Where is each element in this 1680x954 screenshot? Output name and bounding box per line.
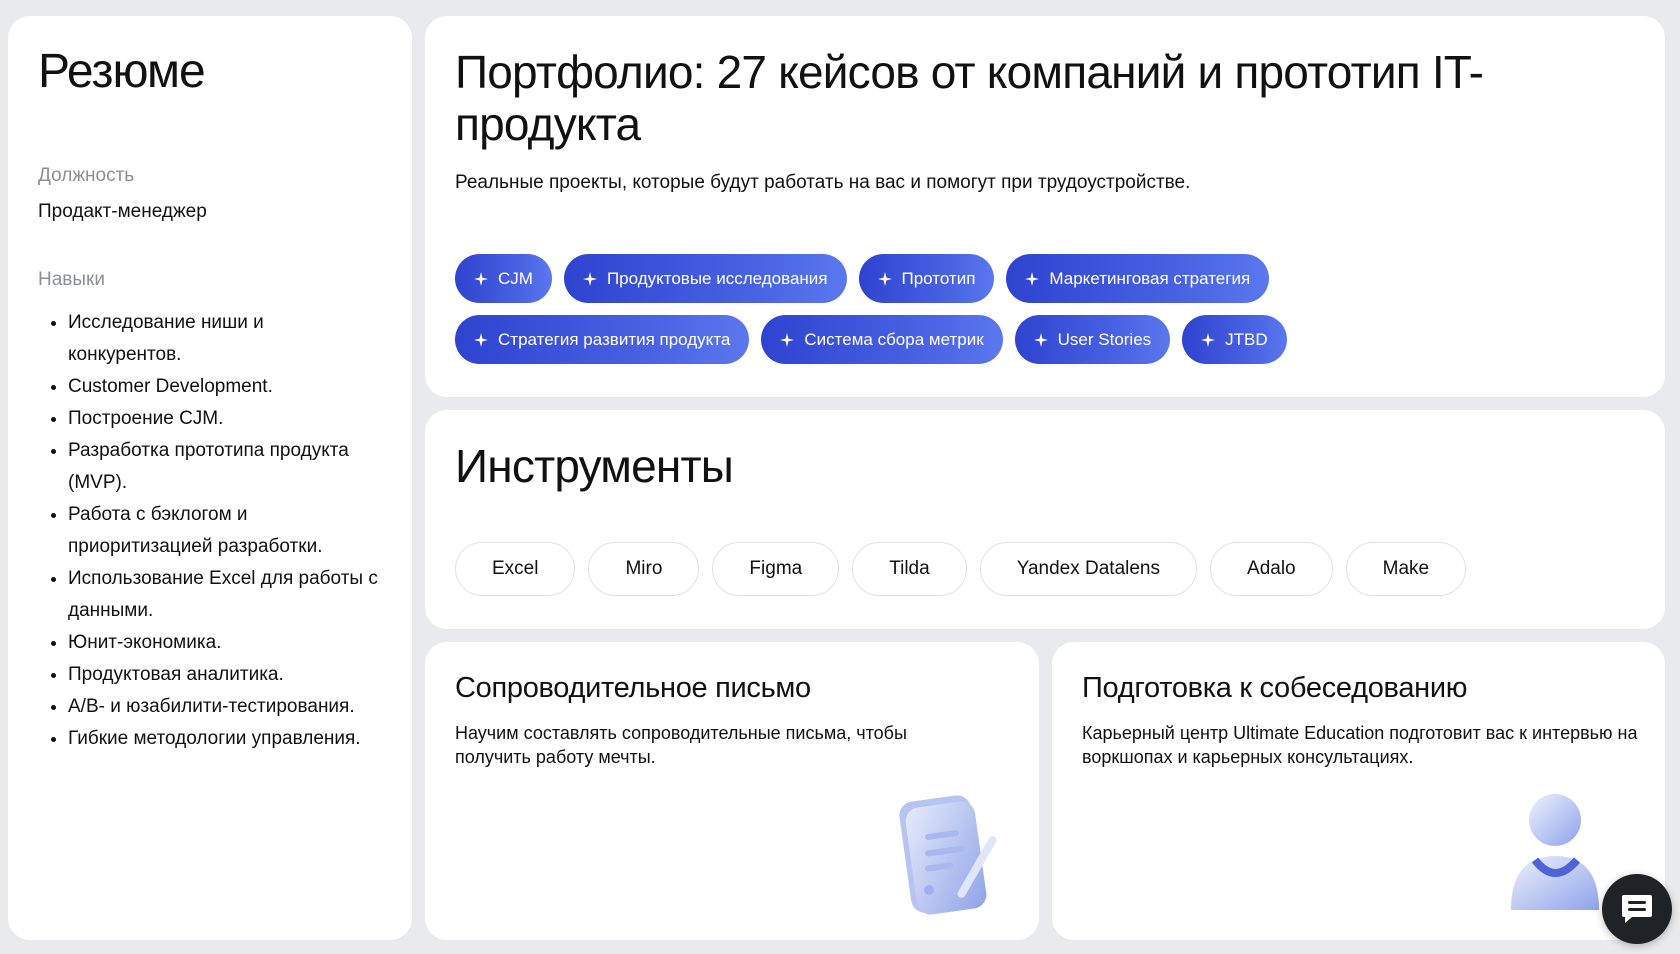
sparkle-icon (474, 332, 488, 347)
chip-marketing-strategy[interactable]: Маркетинговая стратегия (1006, 254, 1270, 303)
tool-make[interactable]: Make (1345, 542, 1467, 596)
cover-letter-card: Сопроводительное письмо Научим составлят… (425, 642, 1039, 940)
chip-label: Продуктовые исследования (606, 268, 828, 288)
resume-card: Резюме Должность Продакт-менеджер Навыки… (8, 16, 412, 940)
cover-letter-description: Научим составлять сопроводительные письм… (455, 723, 907, 767)
chip-label: CJM (498, 268, 533, 288)
chip-jtbd[interactable]: JTBD (1182, 315, 1287, 364)
tool-miro[interactable]: Miro (588, 542, 700, 596)
interview-description: Карьерный центр Ultimate Education подго… (1082, 723, 1638, 767)
portfolio-subtitle: Реальные проекты, которые будут работать… (455, 172, 1191, 193)
skill-item: Исследование ниши и конкурентов. (68, 307, 268, 371)
chip-label: Стратегия развития продукта (498, 329, 731, 349)
chat-icon (1622, 895, 1652, 923)
cover-letter-title: Сопроводительное письмо (455, 672, 811, 704)
resume-title: Резюме (38, 45, 206, 98)
skills-label: Навыки (38, 268, 105, 290)
sparkle-icon (474, 271, 488, 286)
document-pen-icon (899, 795, 997, 915)
portfolio-title: Портфолио: 27 кейсов от компаний и прото… (455, 46, 1484, 150)
sparkle-icon (582, 271, 597, 286)
chip-label: User Stories (1057, 329, 1152, 349)
skill-item: Построение CJM. (68, 403, 382, 435)
interview-prep-card: Подготовка к собеседованию Карьерный цен… (1052, 642, 1665, 940)
position-value: Продакт-менеджер (38, 200, 207, 222)
person-headset-icon (1511, 794, 1599, 910)
skill-item: Работа с бэклогом и приоритизацией разра… (68, 499, 368, 563)
chip-cjm[interactable]: CJM (455, 254, 552, 303)
position-label: Должность (38, 164, 135, 186)
tools-card: Инструменты Excel Miro Figma Tilda Yande… (425, 410, 1665, 629)
chip-label: Прототип (901, 268, 976, 288)
tool-yandex-datalens[interactable]: Yandex Datalens (979, 542, 1198, 596)
portfolio-card: Портфолио: 27 кейсов от компаний и прото… (425, 16, 1665, 397)
tool-excel[interactable]: Excel (455, 542, 576, 596)
chip-prototype[interactable]: Прототип (858, 254, 995, 303)
chat-button[interactable] (1602, 874, 1672, 944)
sparkle-icon (1025, 271, 1040, 286)
tool-adalo[interactable]: Adalo (1210, 542, 1333, 596)
sparkle-icon (780, 332, 795, 347)
portfolio-chips: CJM Продуктовые исследования Прототип Ма… (455, 254, 1415, 364)
skill-item: Использование Excel для работы с данными… (68, 563, 388, 627)
chip-label: Система сбора метрик (804, 329, 984, 349)
skill-item: Юнит-экономика. (68, 627, 382, 659)
skill-item: Продуктовая аналитика. (68, 659, 382, 691)
skill-item: A/B- и юзабилити-тестирования. (68, 691, 382, 723)
tool-tilda[interactable]: Tilda (852, 542, 967, 596)
interview-title: Подготовка к собеседованию (1082, 672, 1468, 704)
tools-title: Инструменты (455, 440, 734, 492)
chip-label: JTBD (1225, 329, 1268, 349)
chip-user-stories[interactable]: User Stories (1014, 315, 1171, 364)
tools-list: Excel Miro Figma Tilda Yandex Datalens A… (455, 542, 1635, 596)
skill-item: Customer Development. (68, 371, 382, 403)
sparkle-icon (877, 271, 892, 286)
chip-product-research[interactable]: Продуктовые исследования (563, 254, 847, 303)
chip-label: Маркетинговая стратегия (1049, 268, 1251, 288)
sparkle-icon (1033, 332, 1048, 347)
sparkle-icon (1201, 332, 1216, 347)
tool-figma[interactable]: Figma (712, 542, 840, 596)
chip-product-strategy[interactable]: Стратегия развития продукта (455, 315, 750, 364)
skill-item: Разработка прототипа продукта (MVP). (68, 435, 378, 499)
chip-metrics-system[interactable]: Система сбора метрик (761, 315, 1003, 364)
skill-item: Гибкие методологии управления. (68, 723, 382, 755)
skills-list: Исследование ниши и конкурентов. Custome… (38, 307, 382, 755)
